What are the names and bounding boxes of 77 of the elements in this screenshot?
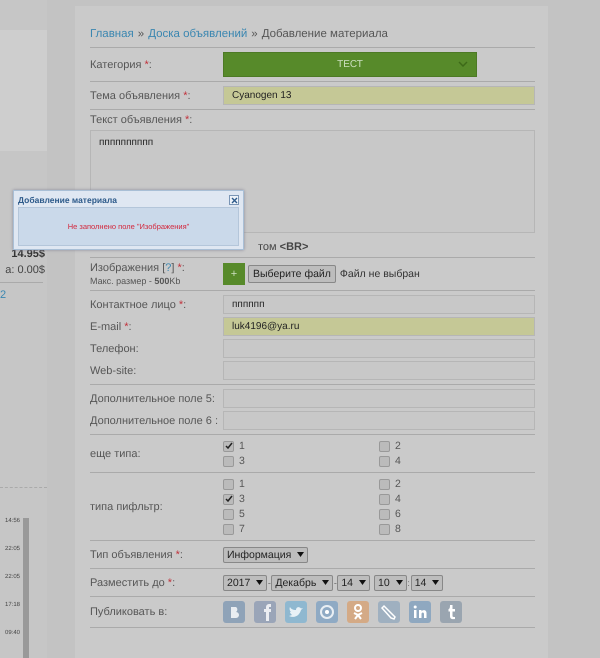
field-label: типа пифльтр: bbox=[90, 500, 164, 512]
field-label: Дополнительное поле 6 : bbox=[90, 414, 219, 426]
social-share-icon[interactable] bbox=[409, 601, 431, 623]
field-label: Разместить до *: bbox=[90, 576, 176, 588]
checkbox[interactable] bbox=[379, 456, 390, 466]
checkbox-label: 2 bbox=[395, 478, 401, 490]
checkbox[interactable] bbox=[223, 478, 234, 490]
checkbox[interactable] bbox=[223, 508, 234, 520]
dropdown[interactable]: Декабрь bbox=[271, 574, 334, 590]
separator-text: : bbox=[406, 578, 411, 588]
input-field[interactable]: Cyanogen 13 bbox=[223, 86, 535, 105]
close-icon bbox=[230, 196, 238, 204]
size-hint: Макс. размер - 500Kb bbox=[90, 276, 182, 286]
dropdown[interactable]: 14 bbox=[337, 574, 370, 590]
dropdown[interactable]: 10 bbox=[374, 574, 407, 590]
field-label: Телефон: bbox=[90, 342, 140, 354]
checkbox-label: 7 bbox=[239, 523, 245, 535]
dropdown-arrow-icon bbox=[432, 580, 440, 585]
breadcrumb-separator: » bbox=[251, 28, 258, 40]
checkbox[interactable] bbox=[223, 456, 234, 466]
checkbox-label: 3 bbox=[239, 455, 245, 467]
balance-text: а: 0.00$ bbox=[4, 264, 46, 276]
field-label: Тема объявления *: bbox=[90, 90, 192, 102]
file-status: Файл не выбран bbox=[340, 268, 420, 280]
dropdown-arrow-icon bbox=[359, 580, 366, 585]
checkbox-label: 5 bbox=[239, 508, 245, 520]
social-share-icon[interactable] bbox=[285, 601, 307, 623]
input-field[interactable]: luk4196@ya.ru bbox=[223, 317, 535, 336]
checkbox[interactable] bbox=[223, 524, 234, 534]
dropdown-arrow-icon bbox=[297, 552, 304, 557]
social-share-icon[interactable] bbox=[223, 601, 245, 623]
checkbox[interactable] bbox=[379, 508, 390, 520]
dropdown-arrow-icon bbox=[322, 580, 330, 585]
separator-text: - bbox=[267, 578, 272, 588]
social-share-icon[interactable] bbox=[440, 601, 462, 623]
social-share-icon[interactable] bbox=[347, 601, 369, 623]
checkbox[interactable] bbox=[379, 440, 390, 452]
field-label: Текст объявления *: bbox=[90, 114, 194, 126]
input-field[interactable]: пппппп bbox=[223, 295, 535, 314]
checkbox-label: 2 bbox=[395, 440, 401, 452]
checkbox[interactable] bbox=[223, 440, 234, 452]
checkbox[interactable] bbox=[223, 494, 234, 504]
checkbox-label: 1 bbox=[239, 478, 245, 490]
field-label: Публиковать в: bbox=[90, 606, 168, 618]
dropdown[interactable]: 14 bbox=[410, 574, 444, 590]
dropdown-arrow-icon bbox=[256, 580, 264, 585]
dropdown-arrow-icon bbox=[396, 580, 403, 585]
field-label: E-mail *: bbox=[90, 320, 133, 332]
checkbox-label: 4 bbox=[395, 455, 401, 467]
breadcrumb-separator: » bbox=[138, 28, 144, 40]
dropdown[interactable]: 2017 bbox=[223, 574, 268, 590]
field-label: еще типа: bbox=[90, 448, 142, 460]
field-label: Категория *: bbox=[90, 58, 153, 70]
choose-file-button[interactable]: Выберите файл bbox=[248, 265, 336, 283]
checkbox[interactable] bbox=[379, 478, 390, 490]
field-label: Тип объявления *: bbox=[90, 548, 184, 560]
checkbox-label: 8 bbox=[395, 523, 401, 535]
hint-text: том <BR> bbox=[257, 241, 310, 253]
breadcrumb-current: Добавление материала bbox=[262, 28, 388, 40]
social-share-icon[interactable] bbox=[316, 601, 338, 623]
field-label: Web-site: bbox=[90, 364, 138, 376]
field-label: Изображения [?] *: bbox=[90, 262, 186, 274]
chevron-down-icon bbox=[458, 61, 468, 67]
dropdown[interactable]: Информация bbox=[223, 546, 308, 562]
checkbox-label: 4 bbox=[395, 493, 401, 505]
scrollbar[interactable] bbox=[23, 518, 29, 658]
separator-text: - bbox=[333, 578, 338, 588]
checkbox-label: 3 bbox=[239, 493, 245, 505]
field-label: Контактное лицо *: bbox=[90, 298, 188, 310]
checkbox[interactable] bbox=[379, 494, 390, 504]
social-share-icon[interactable] bbox=[254, 601, 276, 623]
close-button[interactable] bbox=[229, 195, 239, 205]
checkbox-label: 6 bbox=[395, 508, 401, 520]
field-label: Дополнительное поле 5: bbox=[90, 392, 216, 404]
checkbox[interactable] bbox=[379, 524, 390, 534]
checkbox-label: 1 bbox=[239, 440, 245, 452]
social-share-icon[interactable] bbox=[378, 601, 400, 623]
